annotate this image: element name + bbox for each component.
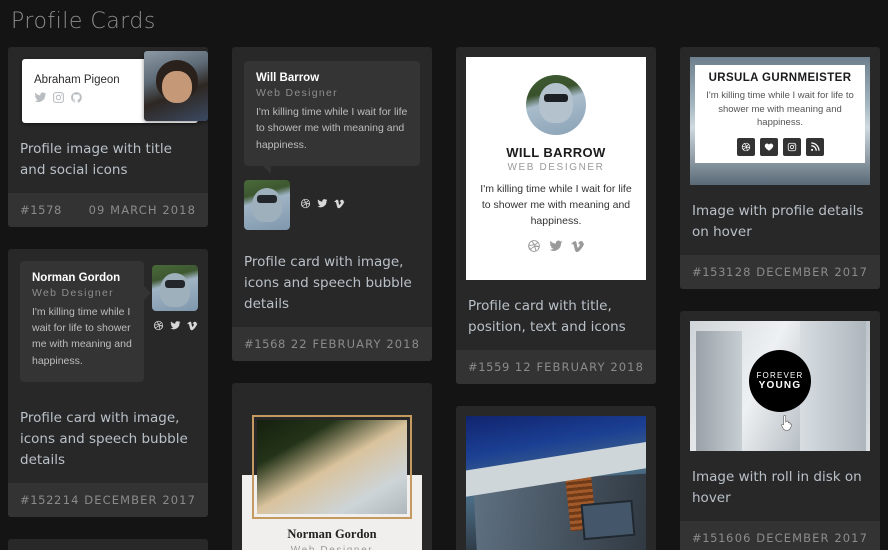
profile-role: WEB DESIGNER <box>507 162 605 173</box>
profile-bio: I'm killing time while I wait for life t… <box>706 89 854 129</box>
card-footer: #1531 28 DECEMBER 2017 <box>680 254 880 289</box>
card-caption: Profile card with image, icons and speec… <box>20 409 188 468</box>
card-id: #1522 <box>20 492 62 507</box>
cursor-pointer-icon <box>781 415 793 431</box>
card-caption: Profile image with title and social icon… <box>20 141 172 178</box>
github-icon[interactable] <box>70 91 83 109</box>
card-norman-gold[interactable]: Norman Gordon Web Designer I'm killing t… <box>232 382 432 550</box>
card-1568[interactable]: Will Barrow Web Designer I'm killing tim… <box>232 47 432 361</box>
card-footer: #1578 09 MARCH 2018 <box>8 192 208 227</box>
card-grid: Abraham Pigeon Profile image with title … <box>0 47 888 550</box>
twitter-icon[interactable] <box>317 196 328 214</box>
profile-name: URSULA GURNMEISTER <box>708 71 852 84</box>
card-ursula-partial[interactable]: Ursula Gurnmeister Web Designer I'm kill… <box>8 538 208 550</box>
card-footer: #1516 06 DECEMBER 2017 <box>680 520 880 550</box>
card-date: 09 MARCH 2018 <box>88 202 196 217</box>
profile-role: Web Designer <box>256 87 338 99</box>
vimeo-icon[interactable] <box>334 196 345 214</box>
dribbble-icon[interactable] <box>300 196 311 214</box>
twitter-icon[interactable] <box>549 239 563 258</box>
card-caption: Profile card with image, icons and speec… <box>244 253 412 312</box>
card-caption: Image with roll in disk on hover <box>692 468 862 506</box>
card-id: #1578 <box>20 202 62 217</box>
profile-bio: I'm killing time while I wait for life t… <box>32 305 132 367</box>
card-caption: Image with profile details on hover <box>692 203 864 240</box>
card-date: 22 FEBRUARY 2018 <box>290 336 420 351</box>
card-date: 06 DECEMBER 2017 <box>734 530 868 545</box>
card-date: 14 DECEMBER 2017 <box>62 492 196 507</box>
tumblr-heart-icon[interactable] <box>759 138 778 157</box>
grid-column-2: Will Barrow Web Designer I'm killing tim… <box>232 47 432 550</box>
grid-column-3: WILL BARROW WEB DESIGNER I'm killing tim… <box>456 47 656 550</box>
card-footer: #1559 12 FEBRUARY 2018 <box>456 350 656 385</box>
card-footer: #1568 22 FEBRUARY 2018 <box>232 326 432 361</box>
profile-avatar <box>244 179 290 230</box>
card-blue-building-partial[interactable] <box>456 406 656 550</box>
profile-widget-abraham[interactable]: Abraham Pigeon <box>22 51 208 123</box>
card-id: #1531 <box>692 264 734 279</box>
card-date: 28 DECEMBER 2017 <box>734 264 868 279</box>
gold-portrait-widget: Norman Gordon Web Designer I'm killing t… <box>242 393 422 550</box>
card-id: #1559 <box>468 360 510 375</box>
centered-profile-widget: WILL BARROW WEB DESIGNER I'm killing tim… <box>466 57 646 281</box>
speech-bubble-norman: Norman Gordon Web Designer I'm killing t… <box>20 260 151 382</box>
profile-bio: I'm killing time while I wait for life t… <box>256 106 408 151</box>
profile-name: Norman Gordon <box>32 271 121 284</box>
social-icons[interactable] <box>22 91 120 109</box>
card-footer: #1522 14 DECEMBER 2017 <box>8 482 208 517</box>
profile-avatar <box>526 75 586 135</box>
card-1531[interactable]: URSULA GURNMEISTER I'm killing time whil… <box>680 47 880 289</box>
twitter-icon[interactable] <box>169 318 181 336</box>
forever-young-disk: FOREVER YOUNG <box>749 349 811 412</box>
profile-avatar <box>152 264 198 311</box>
vimeo-icon[interactable] <box>571 239 585 258</box>
card-1516[interactable]: FOREVER YOUNG Image with roll in disk on… <box>680 310 880 550</box>
instagram-icon[interactable] <box>782 138 801 157</box>
vimeo-icon[interactable] <box>186 318 198 336</box>
rss-icon[interactable] <box>805 138 824 157</box>
profile-role: Web Designer <box>254 545 410 550</box>
card-id: #1516 <box>692 530 734 545</box>
card-date: 12 FEBRUARY 2018 <box>514 360 644 375</box>
profile-bio: I'm killing time while I wait for life t… <box>480 183 632 227</box>
profile-avatar <box>144 51 208 121</box>
dribbble-icon[interactable] <box>153 318 164 336</box>
roll-in-disk-widget[interactable]: FOREVER YOUNG <box>690 320 870 451</box>
grid-column-1: Abraham Pigeon Profile image with title … <box>8 47 208 550</box>
profile-photo <box>252 414 412 519</box>
speech-bubble-will: Will Barrow Web Designer I'm killing tim… <box>244 61 420 174</box>
profile-name: Norman Gordon <box>287 526 377 541</box>
disk-line-2: YOUNG <box>758 379 802 391</box>
dribbble-icon[interactable] <box>736 138 755 157</box>
profile-name: Abraham Pigeon <box>34 73 120 86</box>
disk-line-1: FOREVER <box>756 370 804 380</box>
social-icons[interactable] <box>153 318 198 336</box>
dribbble-icon[interactable] <box>527 239 541 258</box>
profile-role: Web Designer <box>32 286 114 299</box>
instagram-icon[interactable] <box>52 91 65 109</box>
card-1578[interactable]: Abraham Pigeon Profile image with title … <box>8 47 208 227</box>
card-1559[interactable]: WILL BARROW WEB DESIGNER I'm killing tim… <box>456 47 656 385</box>
social-icons[interactable] <box>300 196 345 214</box>
social-icons[interactable] <box>480 239 632 258</box>
profile-name: Will Barrow <box>256 72 320 84</box>
card-id: #1568 <box>244 336 286 351</box>
twitter-icon[interactable] <box>34 91 47 109</box>
social-icons[interactable] <box>736 138 824 157</box>
hover-overlay-widget[interactable]: URSULA GURNMEISTER I'm killing time whil… <box>690 57 870 185</box>
card-1522[interactable]: Norman Gordon Web Designer I'm killing t… <box>8 248 208 517</box>
page-title: Profile Cards <box>11 9 156 34</box>
grid-column-4: URSULA GURNMEISTER I'm killing time whil… <box>680 47 880 550</box>
building-image <box>466 416 646 550</box>
card-caption: Profile card with title, position, text … <box>468 298 626 336</box>
hover-overlay: URSULA GURNMEISTER I'm killing time whil… <box>695 65 865 163</box>
profile-name: WILL BARROW <box>506 145 606 160</box>
